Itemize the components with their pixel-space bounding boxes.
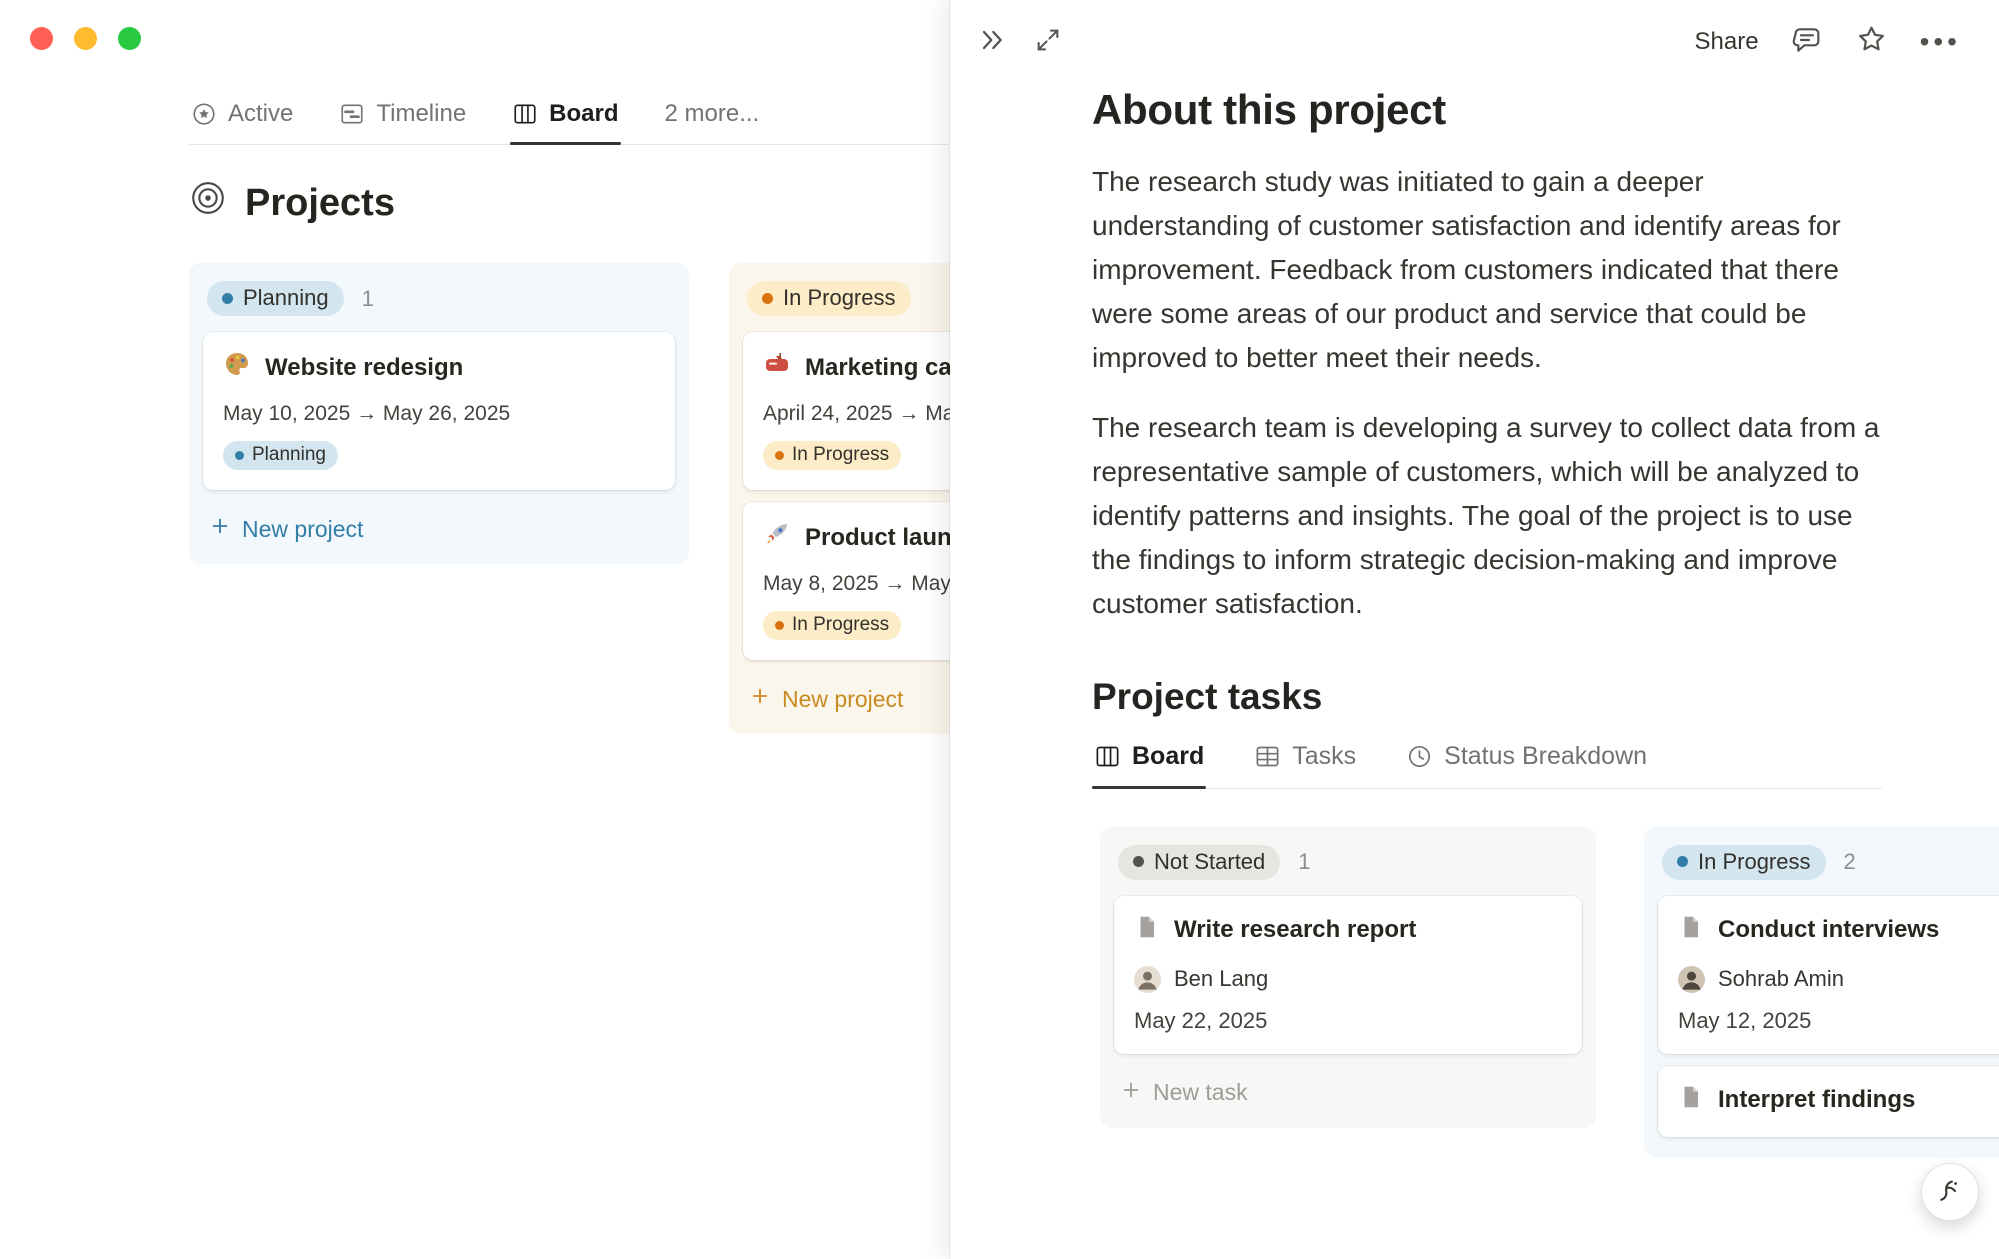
assignee-row: Ben Lang — [1134, 966, 1562, 993]
about-heading: About this project — [1092, 86, 1999, 134]
tab-active-view[interactable]: Active — [189, 100, 295, 144]
column-not-started: Not Started 1 Write res — [1100, 827, 1596, 1128]
about-paragraph: The research team is developing a survey… — [1092, 406, 1882, 626]
mailbox-icon — [763, 350, 791, 385]
tab-more-views[interactable]: 2 more... — [663, 100, 762, 144]
page-icon — [1678, 1084, 1704, 1117]
tab-label: Timeline — [376, 100, 466, 128]
status-badge-planning[interactable]: Planning — [207, 281, 344, 316]
plus-icon — [209, 515, 231, 543]
expand-page-button[interactable] — [1034, 26, 1062, 59]
page-icon — [1678, 914, 1704, 947]
card-title: Interpret findings — [1718, 1086, 1915, 1114]
plus-icon — [1120, 1079, 1142, 1107]
card-title: Write research report — [1174, 916, 1416, 944]
status-dot — [762, 293, 773, 304]
column-tasks-in-progress: In Progress 2 Conduct i — [1644, 827, 1999, 1157]
more-options-button[interactable]: ••• — [1920, 28, 1961, 56]
star-icon — [1855, 23, 1888, 61]
double-chevron-right-icon — [976, 24, 1008, 61]
board-icon — [1094, 743, 1121, 770]
minimize-window-button[interactable] — [74, 27, 97, 50]
tab-tasks-table[interactable]: Tasks — [1252, 742, 1358, 788]
new-project-button[interactable]: New project — [197, 502, 681, 556]
share-button[interactable]: Share — [1695, 28, 1759, 56]
expand-diagonal-icon — [1034, 26, 1062, 59]
tab-tasks-board[interactable]: Board — [1092, 742, 1206, 788]
about-paragraph: The research study was initiated to gain… — [1092, 160, 1882, 380]
tab-timeline-view[interactable]: Timeline — [337, 100, 468, 144]
tab-board-view[interactable]: Board — [510, 100, 620, 144]
notion-ai-button[interactable] — [1921, 1163, 1979, 1221]
view-tab-bar: Active Timeline — [189, 100, 949, 145]
project-card-website-redesign[interactable]: Website redesign May 10, 2025 → May 26, … — [203, 332, 675, 490]
card-title: Website redesign — [265, 354, 463, 382]
status-dot — [235, 451, 244, 460]
task-date: May 22, 2025 — [1134, 1008, 1562, 1034]
palette-icon — [223, 350, 251, 385]
column-count: 2 — [1844, 849, 1856, 875]
target-icon — [189, 179, 227, 227]
status-dot — [775, 451, 784, 460]
peek-content: About this project The research study wa… — [950, 64, 1999, 1157]
close-window-button[interactable] — [30, 27, 53, 50]
board-icon — [512, 101, 538, 127]
peek-toolbar: Share ••• — [950, 0, 1999, 64]
avatar — [1134, 966, 1161, 993]
task-card-write-research-report[interactable]: Write research report Ben Lang — [1114, 896, 1582, 1054]
status-dot — [775, 621, 784, 630]
avatar — [1678, 966, 1705, 993]
status-badge-in-progress[interactable]: In Progress — [1662, 845, 1826, 880]
status-badge-in-progress[interactable]: In Progress — [747, 281, 911, 316]
column-header: In Progress 2 — [1652, 835, 1999, 892]
window-controls — [30, 27, 141, 50]
ai-sparkle-icon — [1935, 1176, 1965, 1209]
tasks-board: Not Started 1 Write res — [1100, 827, 1999, 1157]
card-status-tag: In Progress — [763, 441, 901, 470]
tab-status-breakdown[interactable]: Status Breakdown — [1404, 742, 1649, 788]
card-status-tag: In Progress — [763, 611, 901, 640]
rocket-icon — [763, 520, 791, 555]
tasks-heading: Project tasks — [1092, 676, 1999, 718]
task-date: May 12, 2025 — [1678, 1008, 1999, 1034]
tasks-tab-bar: Board Tasks — [1092, 742, 1882, 789]
zoom-window-button[interactable] — [118, 27, 141, 50]
card-title: Conduct interviews — [1718, 916, 1939, 944]
column-header: Not Started 1 — [1108, 835, 1588, 892]
status-dot — [1133, 856, 1144, 867]
tab-label: Board — [549, 100, 618, 128]
assignee-name: Ben Lang — [1174, 966, 1268, 992]
assignee-name: Sohrab Amin — [1718, 966, 1844, 992]
comment-icon — [1791, 24, 1823, 61]
task-card-interpret-findings[interactable]: Interpret findings — [1658, 1066, 1999, 1137]
assignee-row: Sohrab Amin — [1678, 966, 1999, 993]
tab-label: 2 more... — [665, 100, 760, 128]
card-status-tag: Planning — [223, 441, 338, 470]
column-planning: Planning 1 — [189, 263, 689, 564]
side-peek-panel: Share ••• — [950, 0, 1999, 1259]
app-window: Active Timeline — [0, 0, 1999, 1259]
status-badge-not-started[interactable]: Not Started — [1118, 845, 1280, 880]
column-count: 1 — [362, 286, 374, 312]
tab-label: Active — [228, 100, 293, 128]
card-date-range: May 10, 2025 → May 26, 2025 — [223, 402, 655, 426]
task-card-conduct-interviews[interactable]: Conduct interviews Sohrab Amin — [1658, 896, 1999, 1054]
clock-icon — [1406, 743, 1433, 770]
page-title-text: Projects — [245, 182, 395, 225]
new-task-button[interactable]: New task — [1108, 1066, 1588, 1120]
favorite-button[interactable] — [1855, 23, 1888, 61]
table-icon — [1254, 743, 1281, 770]
page-icon — [1134, 914, 1160, 947]
column-count: 1 — [1298, 849, 1310, 875]
status-dot — [222, 293, 233, 304]
status-dot — [1677, 856, 1688, 867]
close-side-peek-button[interactable] — [976, 24, 1008, 61]
column-header: Planning 1 — [197, 271, 681, 328]
comments-button[interactable] — [1791, 24, 1823, 61]
plus-icon — [749, 685, 771, 713]
timeline-icon — [339, 101, 365, 127]
star-circle-icon — [191, 101, 217, 127]
